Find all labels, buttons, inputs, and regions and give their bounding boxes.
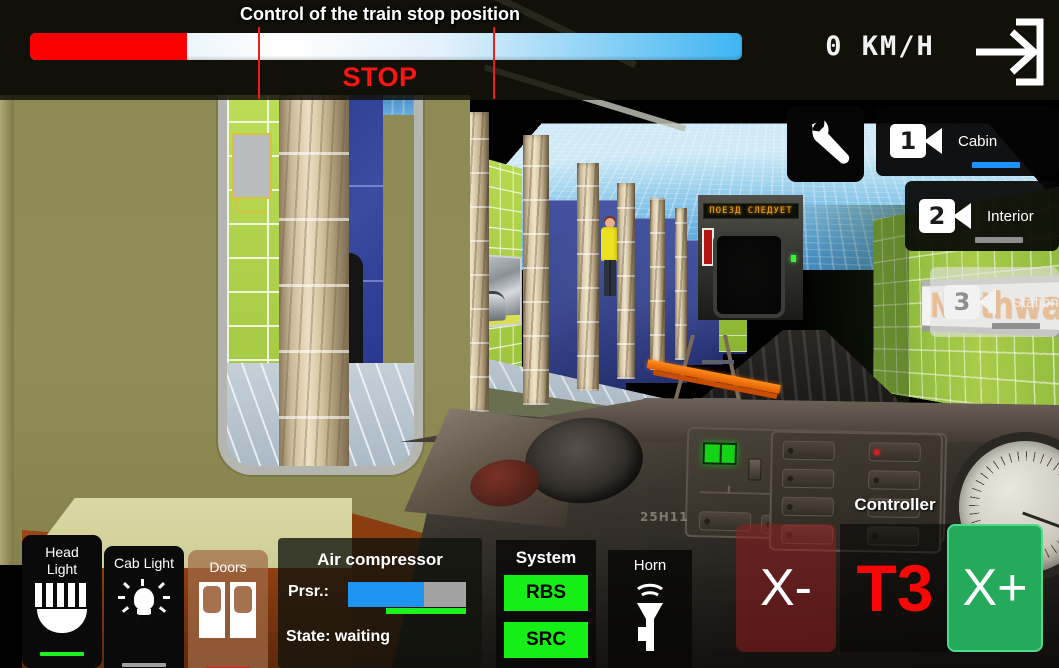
camera-2-icon: 2	[919, 199, 971, 233]
settings-button[interactable]	[787, 106, 864, 182]
dashboard-button	[782, 468, 835, 489]
station-pillar	[650, 198, 665, 370]
camera-inactive-underline	[992, 323, 1040, 329]
stop-position-bar	[30, 27, 742, 99]
stop-control-title: Control of the train stop position	[240, 4, 520, 24]
system-title: System	[515, 548, 577, 567]
air-pressure-label: Prsr.:	[288, 583, 329, 600]
tunnel-led-text: ПОЕЗД СЛЕДУЕТ	[709, 206, 793, 216]
headlight-icon	[33, 583, 91, 633]
camera-1-icon: 1	[890, 124, 942, 158]
exit-arrow-icon	[976, 18, 1044, 86]
window-view-pillar	[279, 95, 349, 466]
air-compressor-panel: Air compressor Prsr.: State: waiting	[278, 538, 482, 668]
station-pillar	[577, 163, 599, 391]
head-light-status	[40, 652, 84, 656]
air-compressor-indicator	[386, 608, 466, 614]
doors-icon	[199, 582, 257, 638]
camera-number: 2	[919, 199, 955, 233]
exit-button[interactable]	[970, 14, 1046, 90]
stop-position-fill	[30, 33, 187, 60]
camera-lens	[978, 289, 996, 315]
doors-button[interactable]: Doors	[188, 550, 268, 668]
head-light-label-2: Light	[46, 561, 78, 577]
system-button-src[interactable]: SRC	[504, 622, 588, 658]
camera-label-station: Station	[1012, 293, 1059, 311]
passenger-legs	[604, 260, 616, 296]
controller-decrease-button[interactable]: X-	[736, 524, 836, 652]
tunnel-opening	[713, 232, 785, 318]
camera-button-cabin[interactable]: 1 Cabin	[876, 106, 1059, 176]
dashboard-green-indicator	[702, 442, 738, 466]
air-pressure-fill	[348, 582, 424, 607]
top-hud-bar: Control of the train stop position STOP …	[0, 0, 1059, 100]
camera-lens	[953, 203, 971, 229]
camera-button-interior[interactable]: 2 Interior	[905, 181, 1059, 251]
camera-button-station[interactable]: 3 Station	[930, 267, 1059, 337]
dashboard-marking: 25H11	[640, 510, 689, 524]
system-button-rbs[interactable]: RBS	[504, 575, 588, 611]
controller-title: Controller	[854, 495, 936, 514]
dashboard-button	[868, 470, 921, 491]
camera-label-interior: Interior	[987, 207, 1034, 225]
horn-label: Horn	[633, 557, 667, 574]
controller-notch-display: T3	[840, 524, 950, 652]
stop-position-track	[30, 33, 742, 60]
stop-indicator-label: STOP	[342, 62, 418, 92]
game-screen: Northway	[0, 0, 1059, 668]
air-pressure-bar	[348, 582, 466, 607]
camera-inactive-underline	[975, 237, 1023, 243]
system-panel: System RBS SRC	[496, 540, 596, 668]
station-pillar	[675, 208, 687, 360]
horn-button[interactable]: Horn	[608, 550, 692, 668]
station-pillar	[617, 183, 635, 379]
cab-side-window	[218, 95, 423, 475]
window-view-wall-box	[232, 133, 272, 199]
doors-label: Doors	[209, 559, 247, 575]
head-light-button[interactable]: Head Light	[22, 535, 102, 668]
cab-wall-edge	[0, 95, 14, 565]
dashboard-button-alarm	[868, 442, 921, 463]
station-pillar	[523, 135, 549, 405]
camera-3-icon: 3	[944, 285, 996, 319]
camera-label-cabin: Cabin	[958, 132, 998, 150]
cab-light-button[interactable]: Cab Light	[104, 546, 184, 668]
dashboard-button	[782, 440, 835, 461]
camera-number: 1	[890, 124, 926, 158]
cab-light-label: Cab Light	[114, 555, 174, 571]
head-light-label-1: Head	[45, 544, 79, 560]
rail-sleeper	[702, 360, 734, 364]
wrench-icon	[811, 120, 849, 164]
tunnel-led-display: ПОЕЗД СЛЕДУЕТ	[703, 203, 799, 219]
camera-number: 3	[944, 285, 980, 319]
air-compressor-state: State: waiting	[286, 628, 391, 645]
lightbulb-icon	[118, 579, 170, 629]
speedometer-readout: 0 KM/H	[825, 31, 935, 62]
dashboard-button	[781, 496, 834, 517]
camera-active-underline	[972, 162, 1020, 168]
air-compressor-title: Air compressor	[317, 550, 443, 569]
controller-increase-button[interactable]: X+	[947, 524, 1043, 652]
horn-icon	[630, 583, 670, 655]
cab-light-status	[122, 663, 166, 667]
dashboard-scale-tick	[727, 485, 730, 494]
window-view-cable	[235, 199, 267, 213]
signal-lamp-green	[791, 255, 796, 262]
dashboard-switch	[748, 458, 762, 481]
camera-lens	[924, 128, 942, 154]
